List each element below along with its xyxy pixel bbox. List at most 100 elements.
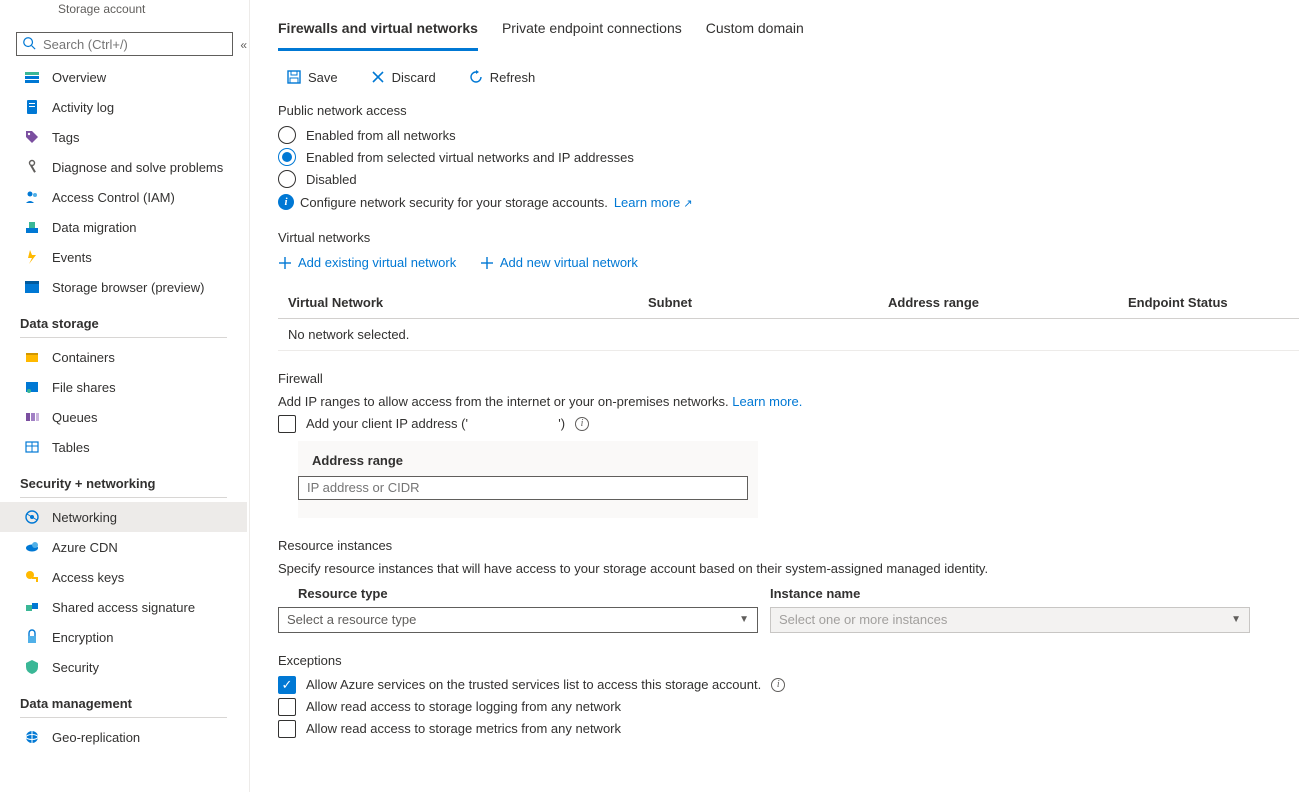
sidebar-item-storage-browser-preview-[interactable]: Storage browser (preview)	[0, 272, 247, 302]
radio-label: Enabled from all networks	[306, 128, 456, 143]
exceptions-section: Exceptions ✓ Allow Azure services on the…	[278, 653, 1299, 738]
sidebar-item-networking[interactable]: Networking	[0, 502, 247, 532]
tab-custom-domain[interactable]: Custom domain	[706, 12, 804, 51]
sas-icon	[24, 599, 40, 615]
desc-text: Add IP ranges to allow access from the i…	[278, 394, 729, 409]
tags-icon	[24, 129, 40, 145]
instance-name-select[interactable]: Select one or more instances ▼	[770, 607, 1250, 633]
sidebar-item-activity-log[interactable]: Activity log	[0, 92, 247, 122]
sidebar: Storage account « OverviewActivity logTa…	[0, 0, 250, 792]
main-content: Firewalls and virtual networks Private en…	[250, 0, 1299, 792]
diagnose-icon	[24, 159, 40, 175]
resource-type-col: Resource type Select a resource type ▼	[278, 586, 758, 633]
plus-icon	[278, 256, 292, 270]
vnet-table: Virtual Network Subnet Address range End…	[278, 287, 1299, 351]
add-new-vnet-button[interactable]: Add new virtual network	[480, 255, 638, 270]
exception-logging[interactable]: Allow read access to storage logging fro…	[278, 698, 1299, 716]
placeholder: Select one or more instances	[779, 612, 947, 627]
info-text: Configure network security for your stor…	[300, 195, 608, 210]
learn-more-link[interactable]: Learn more	[614, 195, 693, 210]
vnet-section: Virtual networks Add existing virtual ne…	[278, 230, 1299, 351]
label: Add existing virtual network	[298, 255, 456, 270]
info-icon[interactable]: i	[575, 417, 589, 431]
sidebar-item-data-migration[interactable]: Data migration	[0, 212, 247, 242]
radio-disabled[interactable]: Disabled	[278, 170, 1299, 188]
col-address-range: Address range	[888, 295, 1128, 310]
firewall-desc: Add IP ranges to allow access from the i…	[278, 394, 1299, 409]
client-ip-checkbox-row[interactable]: Add your client IP address (' ') i	[278, 415, 1299, 433]
collapse-sidebar-button[interactable]: «	[236, 34, 251, 56]
radio-icon	[278, 170, 296, 188]
browser-icon	[24, 279, 40, 295]
sidebar-item-label: File shares	[52, 380, 116, 395]
info-icon[interactable]: i	[771, 678, 785, 692]
sidebar-item-azure-cdn[interactable]: Azure CDN	[0, 532, 247, 562]
refresh-button[interactable]: Refresh	[460, 65, 544, 89]
radio-icon	[278, 148, 296, 166]
sidebar-item-label: Storage browser (preview)	[52, 280, 204, 295]
sidebar-item-shared-access-signature[interactable]: Shared access signature	[0, 592, 247, 622]
overview-icon	[24, 69, 40, 85]
add-existing-vnet-button[interactable]: Add existing virtual network	[278, 255, 456, 270]
empty-text: No network selected.	[288, 327, 648, 342]
resource-type-select[interactable]: Select a resource type ▼	[278, 607, 758, 633]
sidebar-item-label: Tags	[52, 130, 79, 145]
sidebar-item-encryption[interactable]: Encryption	[0, 622, 247, 652]
label: Allow Azure services on the trusted serv…	[306, 677, 761, 692]
sidebar-item-label: Encryption	[52, 630, 113, 645]
sidebar-item-label: Access Control (IAM)	[52, 190, 175, 205]
events-icon	[24, 249, 40, 265]
public-access-section: Public network access Enabled from all n…	[278, 103, 1299, 210]
divider	[20, 337, 227, 338]
radio-label: Disabled	[306, 172, 357, 187]
col-virtual-network: Virtual Network	[288, 295, 648, 310]
save-button[interactable]: Save	[278, 65, 346, 89]
sidebar-item-geo-replication[interactable]: Geo-replication	[0, 722, 247, 752]
discard-label: Discard	[392, 70, 436, 85]
networking-icon	[24, 509, 40, 525]
sidebar-item-diagnose-and-solve-problems[interactable]: Diagnose and solve problems	[0, 152, 247, 182]
address-range-input[interactable]	[298, 476, 748, 500]
sidebar-item-security[interactable]: Security	[0, 652, 247, 682]
sidebar-item-label: Tables	[52, 440, 90, 455]
migration-icon	[24, 219, 40, 235]
sidebar-item-access-keys[interactable]: Access keys	[0, 562, 247, 592]
containers-icon	[24, 349, 40, 365]
vnet-table-header: Virtual Network Subnet Address range End…	[278, 287, 1299, 319]
sidebar-item-events[interactable]: Events	[0, 242, 247, 272]
sidebar-item-tags[interactable]: Tags	[0, 122, 247, 152]
instance-name-label: Instance name	[770, 586, 1250, 601]
firewall-title: Firewall	[278, 371, 1299, 386]
sidebar-item-tables[interactable]: Tables	[0, 432, 247, 462]
tab-private-endpoint-connections[interactable]: Private endpoint connections	[502, 12, 682, 51]
learn-more-link[interactable]: Learn more.	[732, 394, 802, 409]
sidebar-item-label: Queues	[52, 410, 98, 425]
public-access-title: Public network access	[278, 103, 1299, 118]
tabs: Firewalls and virtual networks Private en…	[278, 0, 1299, 51]
exception-metrics[interactable]: Allow read access to storage metrics fro…	[278, 720, 1299, 738]
search-input[interactable]	[16, 32, 233, 56]
sidebar-item-containers[interactable]: Containers	[0, 342, 247, 372]
radio-icon	[278, 126, 296, 144]
nav-group-storage: Data storage	[0, 302, 247, 337]
nav-list[interactable]: Overview Activity log Tags Diagnose and sol…	[0, 62, 249, 792]
exception-trusted-services[interactable]: ✓ Allow Azure services on the trusted se…	[278, 676, 1299, 694]
sidebar-item-label: Activity log	[52, 100, 114, 115]
close-icon	[370, 69, 386, 85]
info-icon: i	[278, 194, 294, 210]
radio-selected-networks[interactable]: Enabled from selected virtual networks a…	[278, 148, 1299, 166]
sidebar-item-file-shares[interactable]: File shares	[0, 372, 247, 402]
sidebar-item-queues[interactable]: Queues	[0, 402, 247, 432]
sidebar-item-label: Events	[52, 250, 92, 265]
sidebar-item-overview[interactable]: Overview	[0, 62, 247, 92]
sidebar-item-label: Data migration	[52, 220, 137, 235]
discard-button[interactable]: Discard	[362, 65, 444, 89]
tab-firewalls-and-virtual-networks[interactable]: Firewalls and virtual networks	[278, 12, 478, 51]
refresh-label: Refresh	[490, 70, 536, 85]
sidebar-item-label: Security	[52, 660, 99, 675]
vnet-title: Virtual networks	[278, 230, 1299, 245]
sidebar-item-access-control-iam-[interactable]: Access Control (IAM)	[0, 182, 247, 212]
radio-all-networks[interactable]: Enabled from all networks	[278, 126, 1299, 144]
save-label: Save	[308, 70, 338, 85]
firewall-section: Firewall Add IP ranges to allow access f…	[278, 371, 1299, 518]
